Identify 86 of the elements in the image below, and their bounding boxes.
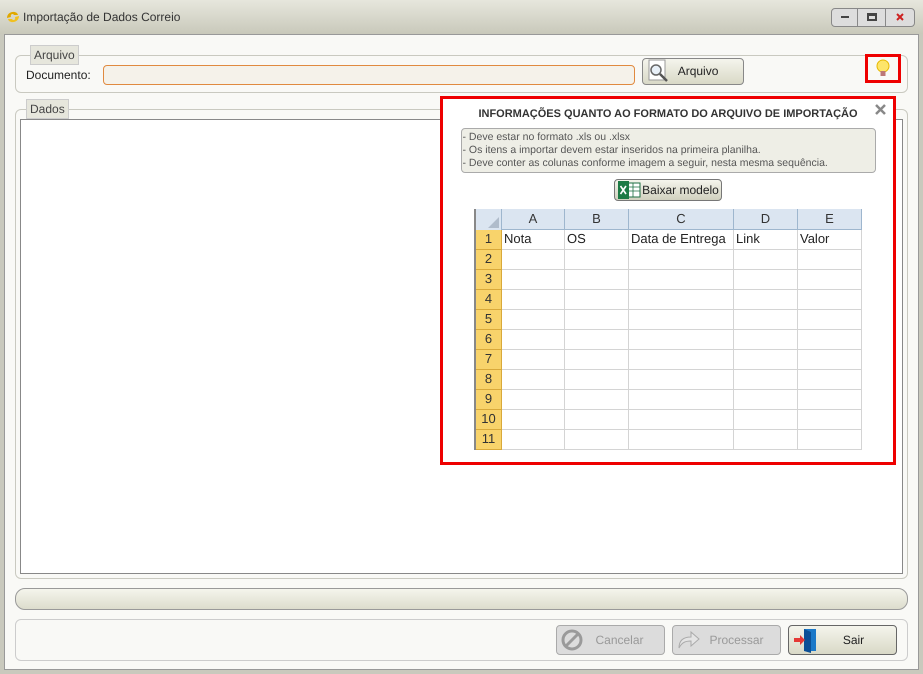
table-cell	[798, 390, 862, 410]
table-cell	[798, 430, 862, 450]
close-icon	[896, 13, 904, 21]
table-cell: Data de Entrega	[629, 230, 734, 250]
table-cell	[565, 430, 629, 450]
group-legend: Dados	[26, 99, 69, 119]
table-cell	[798, 290, 862, 310]
table-cell	[565, 270, 629, 290]
exit-door-icon	[793, 627, 819, 653]
close-icon	[874, 104, 886, 114]
row-header: 7	[476, 350, 502, 370]
table-cell	[565, 390, 629, 410]
table-cell	[502, 410, 565, 430]
lightbulb-icon	[876, 59, 890, 77]
table-cell	[734, 270, 798, 290]
row-header: 2	[476, 250, 502, 270]
close-button[interactable]	[873, 102, 887, 116]
table-cell	[734, 310, 798, 330]
popup-title: INFORMAÇÕES QUANTO AO FORMATO DO ARQUIVO DE IMPORTAÇÃO	[478, 106, 858, 122]
table-cell	[502, 390, 565, 410]
table-cell	[502, 430, 565, 450]
table-cell	[565, 330, 629, 350]
info-line: - Deve conter as colunas conforme imagem a seguir, nesta mesma sequência.	[462, 156, 829, 170]
table-cell	[502, 330, 565, 350]
table-cell	[734, 290, 798, 310]
info-line: - Deve estar no formato .xls ou .xlsx	[462, 130, 631, 144]
table-cell	[798, 330, 862, 350]
search-icon	[646, 59, 670, 83]
column-header: C	[629, 208, 734, 230]
group-legend: Arquivo	[30, 45, 79, 65]
file-button[interactable]: Arquivo	[642, 58, 744, 84]
table-cell: Nota	[502, 230, 565, 250]
info-line: - Os itens a importar devem estar inseridos na primeira planilha.	[462, 144, 762, 156]
table-cell	[798, 270, 862, 290]
column-header: B	[565, 208, 629, 230]
table-cell	[502, 350, 565, 370]
column-header: D	[734, 208, 798, 230]
field-label: Documento:	[26, 67, 91, 84]
prohibited-icon	[561, 629, 583, 651]
table-cell	[502, 370, 565, 390]
table-cell	[565, 250, 629, 270]
maximize-button[interactable]	[858, 8, 885, 26]
row-header: 6	[476, 330, 502, 350]
table-cell	[798, 350, 862, 370]
select-all-icon	[488, 216, 499, 228]
table-cell	[734, 390, 798, 410]
table-cell: Link	[734, 230, 798, 250]
table-cell: OS	[565, 230, 629, 250]
exit-button[interactable]: Sair	[788, 625, 897, 655]
table-cell	[734, 250, 798, 270]
table-cell	[798, 250, 862, 270]
row-header: 3	[476, 270, 502, 290]
table-cell	[502, 250, 565, 270]
table-cell	[798, 370, 862, 390]
table-cell	[565, 350, 629, 370]
table-cell	[734, 330, 798, 350]
document-field[interactable]	[102, 65, 635, 85]
row-header: 8	[476, 370, 502, 390]
row-header: 5	[476, 310, 502, 330]
table-cell	[734, 430, 798, 450]
column-header: A	[502, 208, 565, 230]
table-cell	[734, 350, 798, 370]
download-button[interactable]: Baixar modelo	[614, 178, 722, 200]
forward-arrow-icon	[677, 630, 701, 650]
table-cell	[734, 410, 798, 430]
close-button[interactable]	[885, 8, 915, 26]
row-header: 11	[476, 430, 502, 450]
table-cell: Valor	[798, 230, 862, 250]
table-cell	[565, 410, 629, 430]
table-cell	[502, 310, 565, 330]
table-cell	[734, 370, 798, 390]
spreadsheet-icon	[617, 180, 642, 198]
row-header: 1	[476, 230, 502, 250]
column-header: E	[798, 208, 862, 230]
table-cell	[798, 410, 862, 430]
row-header: 10	[476, 410, 502, 430]
row-header: 9	[476, 390, 502, 410]
table-cell	[565, 290, 629, 310]
window-title: Importação de Dados Correio	[23, 9, 180, 26]
table-cell	[798, 310, 862, 330]
minimize-button[interactable]	[831, 8, 858, 26]
table-cell	[502, 270, 565, 290]
table-cell	[565, 310, 629, 330]
table-cell	[565, 370, 629, 390]
table-cell	[502, 290, 565, 310]
row-header: 4	[476, 290, 502, 310]
